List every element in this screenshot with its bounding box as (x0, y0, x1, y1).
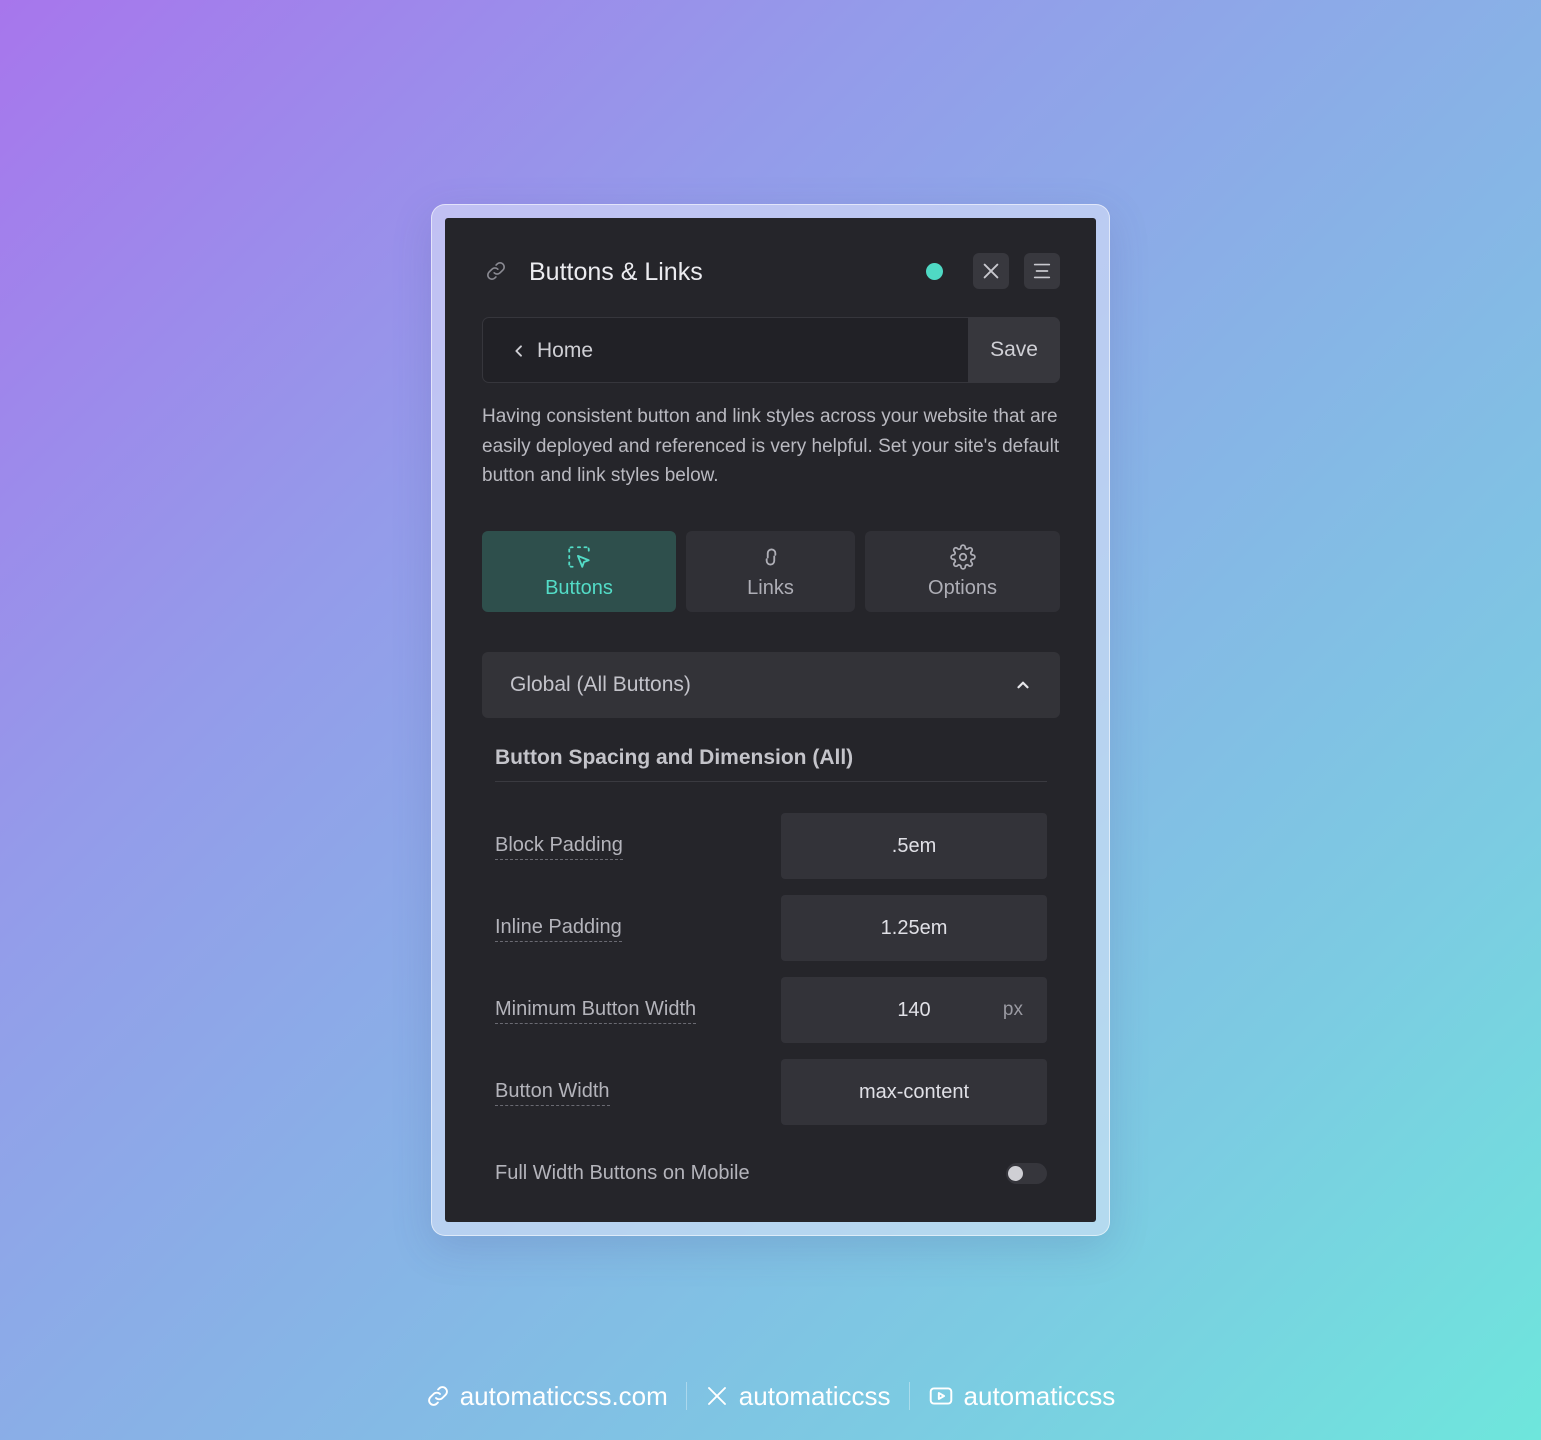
youtube-handle-label: automaticcss (963, 1380, 1116, 1411)
min-button-width-label: Minimum Button Width (495, 996, 697, 1024)
menu-icon (1033, 263, 1051, 279)
toggle-knob (1008, 1166, 1023, 1181)
close-button[interactable] (973, 253, 1009, 289)
footer-links: automaticcss.com automaticcss automaticc… (0, 1374, 1541, 1418)
inline-padding-value: 1.25em (880, 916, 948, 939)
block-padding-input[interactable]: .5em (781, 813, 1047, 879)
min-button-width-unit: px (1002, 999, 1023, 1020)
inline-padding-input[interactable]: 1.25em (781, 895, 1047, 961)
button-width-value: max-content (858, 1080, 970, 1103)
tab-buttons[interactable]: Buttons (482, 531, 676, 612)
min-button-width-input[interactable]: 140 px (781, 977, 1047, 1043)
block-padding-label: Block Padding (495, 832, 623, 860)
button-width-label: Button Width (495, 1078, 610, 1106)
tab-options[interactable]: Options (865, 531, 1060, 612)
full-width-mobile-label: Full Width Buttons on Mobile (495, 1162, 750, 1184)
section-divider (495, 781, 1047, 782)
footer-divider (908, 1382, 910, 1410)
button-width-input[interactable]: max-content (781, 1059, 1047, 1125)
global-buttons-accordion[interactable]: Global (All Buttons) (482, 652, 1060, 718)
save-button[interactable]: Save (968, 317, 1060, 383)
link-icon (485, 260, 507, 282)
tab-buttons-label: Buttons (545, 576, 613, 599)
settings-panel: Buttons & Links Home Save Having consist… (445, 218, 1096, 1222)
link-icon (427, 1386, 448, 1406)
x-logo-icon (707, 1387, 726, 1405)
block-padding-value: .5em (891, 834, 937, 857)
accordion-label: Global (All Buttons) (510, 673, 691, 696)
pointer-select-icon (568, 545, 590, 568)
youtube-link[interactable]: automaticcss (928, 1380, 1116, 1412)
tab-links[interactable]: Links (686, 531, 855, 612)
section-title: Button Spacing and Dimension (All) (495, 746, 854, 769)
min-button-width-value: 140 (897, 998, 931, 1021)
youtube-icon (929, 1387, 952, 1405)
chevron-left-icon (515, 345, 522, 357)
tab-links-label: Links (747, 576, 794, 599)
menu-button[interactable] (1024, 253, 1060, 289)
gear-icon (949, 543, 976, 570)
website-label: automaticcss.com (459, 1380, 668, 1411)
tab-options-label: Options (928, 576, 997, 599)
link-icon (765, 548, 776, 565)
panel-title: Buttons & Links (529, 258, 703, 286)
x-link[interactable]: automaticcss (705, 1381, 891, 1412)
back-label: Home (537, 339, 594, 362)
website-link[interactable]: automaticcss.com (426, 1381, 668, 1412)
breadcrumb-bar: Home Save (482, 317, 1060, 383)
panel-description: Having consistent button and link styles… (482, 406, 1060, 486)
status-indicator (926, 263, 943, 280)
close-icon (983, 263, 999, 279)
chevron-up-icon (1017, 681, 1029, 689)
full-width-mobile-toggle[interactable] (1006, 1163, 1047, 1184)
footer-divider (685, 1382, 687, 1410)
inline-padding-label: Inline Padding (495, 914, 622, 942)
x-handle-label: automaticcss (738, 1380, 891, 1411)
back-home-link[interactable]: Home (511, 339, 593, 363)
